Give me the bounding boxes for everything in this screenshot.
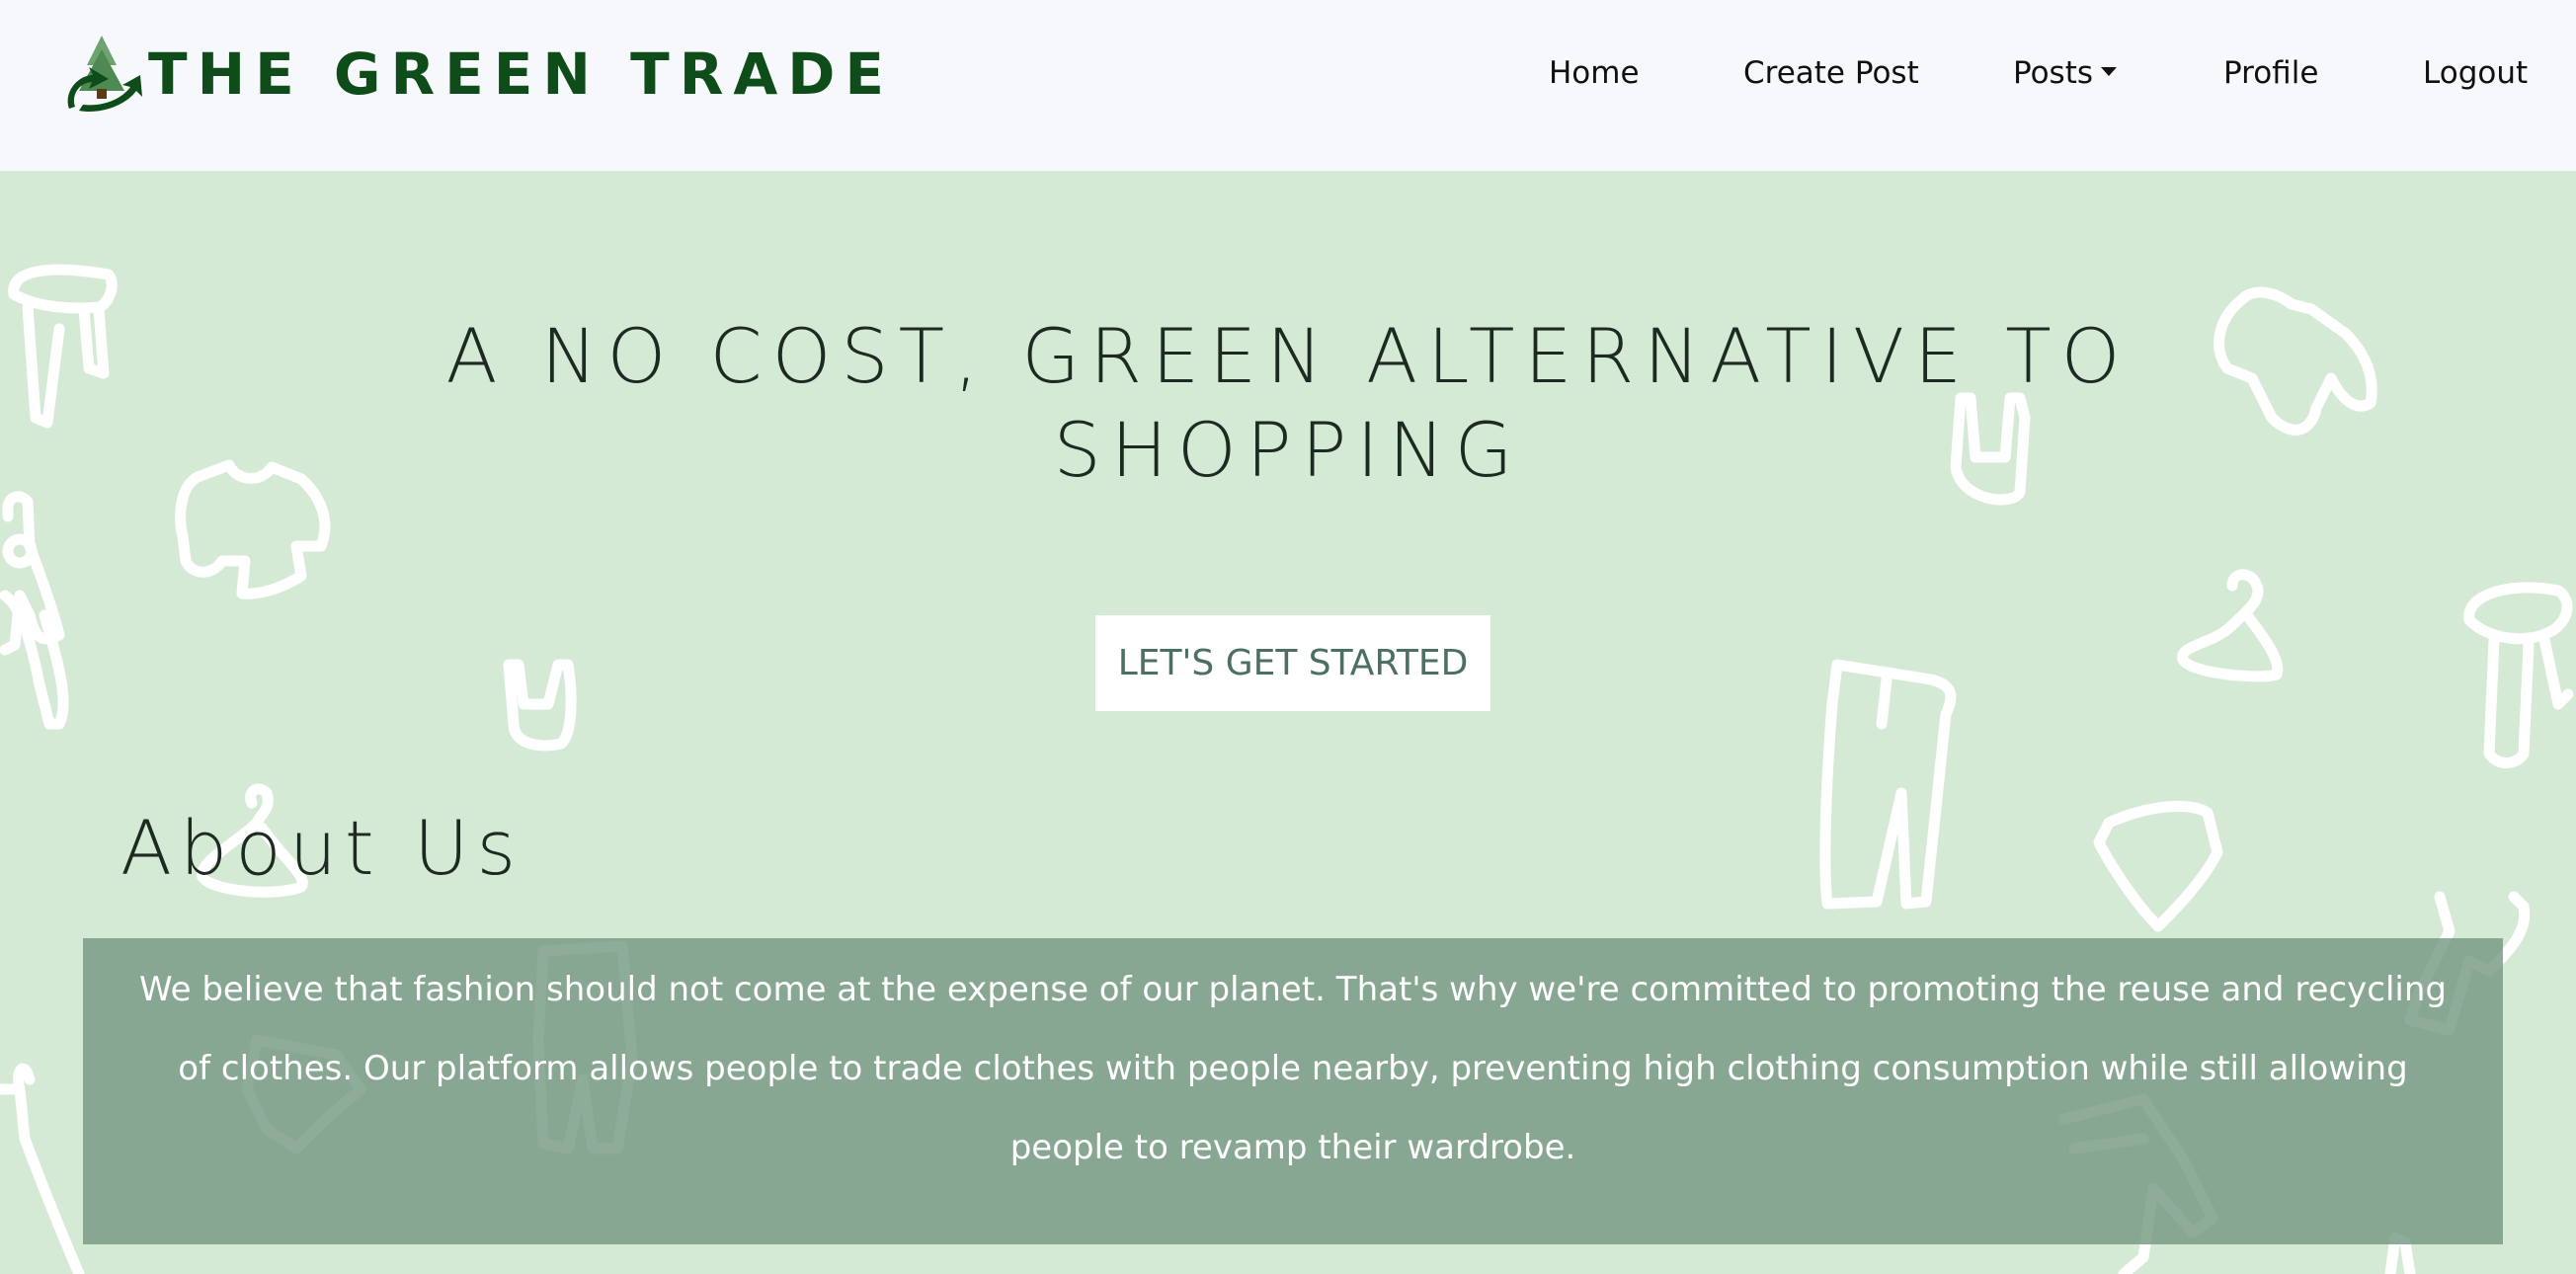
hero-section: A NO COST, GREEN ALTERNATIVE TO SHOPPING… <box>0 171 2576 1274</box>
hero-headline: A NO COST, GREEN ALTERNATIVE TO SHOPPING <box>445 312 2131 494</box>
nav-home[interactable]: Home <box>1549 51 1640 96</box>
hat-doodle-icon <box>8 264 118 429</box>
about-panel: We believe that fashion should not come … <box>83 938 2503 1244</box>
top-navbar: THE GREEN TRADE Home Create Post Posts P… <box>0 0 2576 171</box>
brand-name: THE GREEN TRADE <box>148 40 895 108</box>
pants-doodle-icon <box>1819 659 1957 910</box>
nav-posts-label: Posts <box>2013 55 2094 91</box>
nav-posts-dropdown[interactable]: Posts <box>2013 51 2118 96</box>
brand-link[interactable]: THE GREEN TRADE <box>59 30 894 119</box>
get-started-button[interactable]: LET'S GET STARTED <box>1095 615 1490 711</box>
caret-down-icon <box>2101 67 2118 76</box>
tree-recycle-icon <box>67 36 142 113</box>
nav-profile[interactable]: Profile <box>2223 51 2318 96</box>
hat-doodle-icon-2 <box>2463 582 2574 768</box>
dress-doodle-icon-2 <box>0 1063 85 1274</box>
about-body: We believe that fashion should not come … <box>138 970 2448 1167</box>
nav-create-post[interactable]: Create Post <box>1743 51 1919 96</box>
hanger-doodle-icon-2 <box>2177 569 2284 682</box>
overalls-doodle-icon <box>0 491 69 730</box>
tank-top-doodle-icon <box>503 659 577 752</box>
about-title: About Us <box>121 804 524 892</box>
skirt-doodle-icon <box>2093 801 2223 932</box>
nav-logout[interactable]: Logout <box>2423 51 2528 96</box>
